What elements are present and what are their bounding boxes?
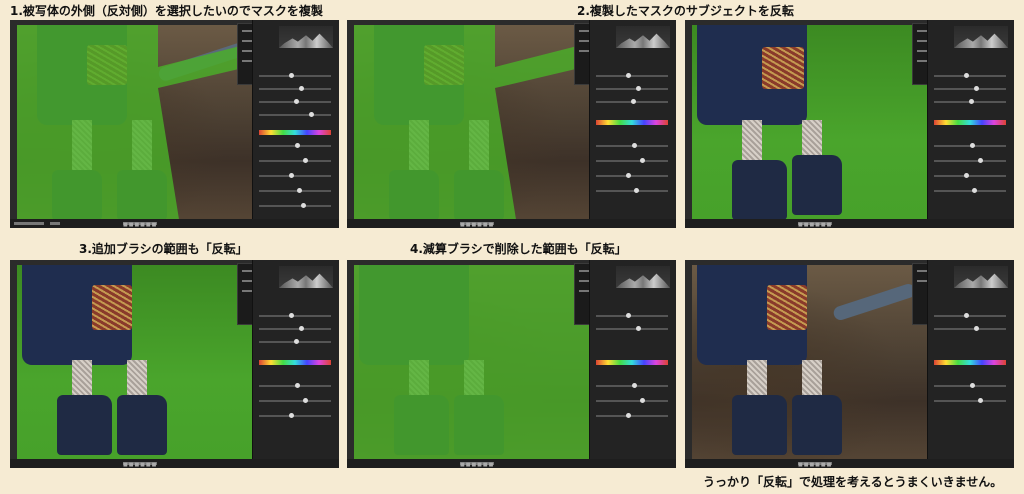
adjustment-panel[interactable] [589,260,676,468]
histogram [616,26,670,48]
histogram [616,266,670,288]
adjustment-panel[interactable] [252,260,339,468]
histogram [954,266,1008,288]
adjustment-panel[interactable] [927,260,1014,468]
caption-step2: 2.複製したマスクのサブジェクトを反転 [577,4,794,18]
mask-overlay [354,265,589,468]
adjustment-panel[interactable] [252,20,339,228]
screenshot-step3: ■■■■■■ [10,260,339,468]
caption-step1: 1.被写体の外側（反対側）を選択したいのでマスクを複製 [10,4,323,18]
canvas-viewport[interactable] [354,25,589,228]
histogram [279,266,333,288]
caption-step3: 3.追加ブラシの範囲も「反転」 [79,242,248,256]
canvas-viewport[interactable] [17,25,252,228]
status-bar: ■■■■■■ [347,459,676,468]
histogram [279,26,333,48]
status-bar: ■■■■■■ [685,459,1014,468]
screenshot-step1: ■■■■■■ [10,20,339,228]
caption-conclusion: うっかり「反転」で処理を考えるとうまくいきません。 [703,475,1003,489]
screenshot-step4: ■■■■■■ [347,260,676,468]
screenshot-step2a: ■■■■■■ [347,20,676,228]
screenshot-step2b: ■■■■■■ [685,20,1014,228]
screenshot-result: ■■■■■■ [685,260,1014,468]
canvas-viewport[interactable] [692,265,927,468]
status-bar: ■■■■■■ [10,219,339,228]
caption-step4: 4.減算ブラシで削除した範囲も「反転」 [410,242,627,256]
histogram [954,26,1008,48]
adjustment-panel[interactable] [589,20,676,228]
canvas-viewport[interactable] [354,265,589,468]
canvas-viewport[interactable] [692,25,927,228]
status-bar: ■■■■■■ [10,459,339,468]
status-bar: ■■■■■■ [347,219,676,228]
adjustment-panel[interactable] [927,20,1014,228]
status-bar: ■■■■■■ [685,219,1014,228]
canvas-viewport[interactable] [17,265,252,468]
